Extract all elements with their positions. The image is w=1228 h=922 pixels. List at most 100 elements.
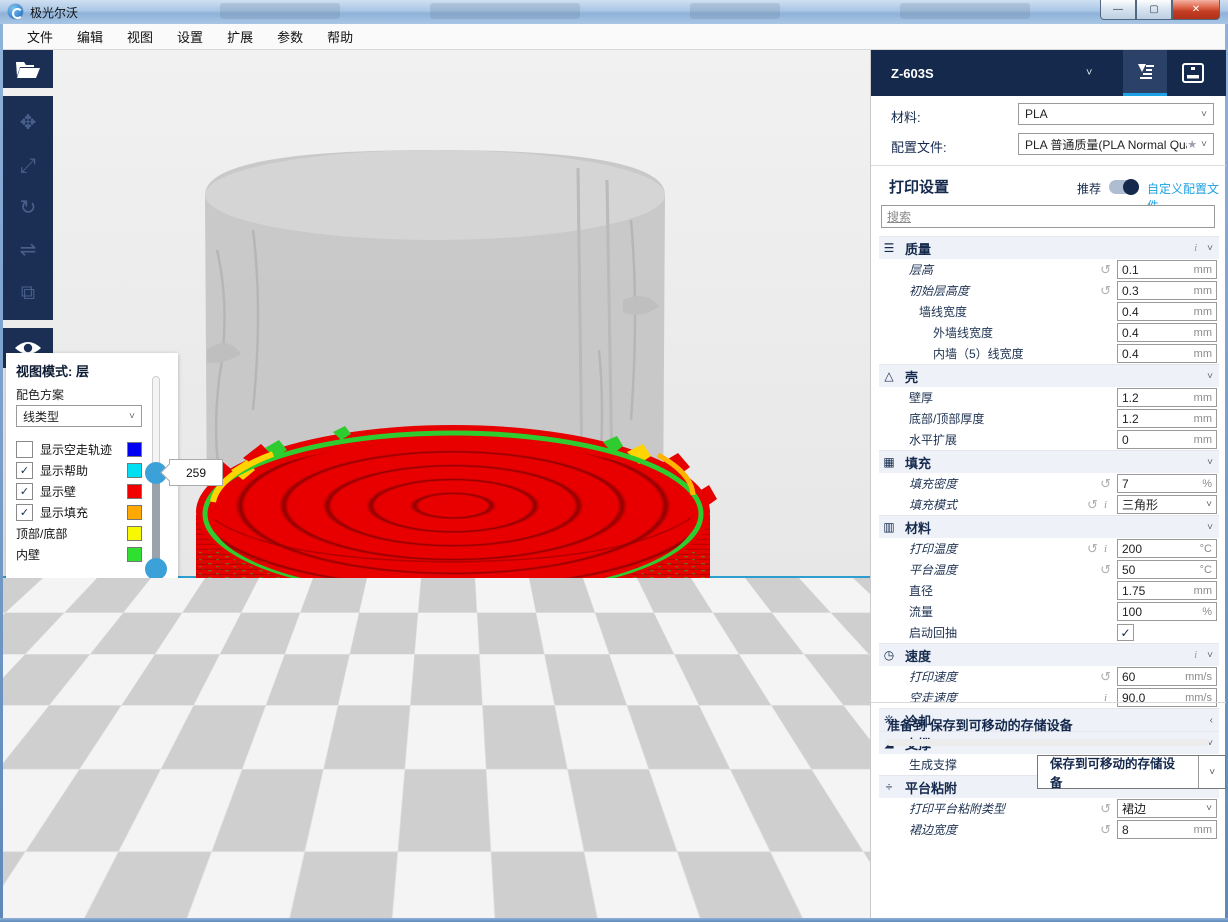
menu-extensions[interactable]: 扩展 <box>215 24 265 49</box>
minimize-button[interactable]: — <box>1100 0 1136 20</box>
color-swatch <box>127 547 142 562</box>
show-shell-checkbox[interactable]: ✓ <box>16 483 33 500</box>
value-field[interactable]: 0.1mm <box>1117 260 1217 279</box>
setting-label: 墙线宽度 <box>879 303 1117 320</box>
legend-label: 显示帮助 <box>40 462 88 479</box>
print-setup-panel: Z-603S ˅ 材料: PLA ˅ 配置文件: PLA 普通质量(PLA No… <box>870 50 1225 918</box>
reset-icon[interactable]: ↺ <box>1100 262 1111 278</box>
reset-icon[interactable]: ↺ <box>1100 562 1111 578</box>
value-field[interactable]: 1.75mm <box>1117 581 1217 600</box>
reset-icon[interactable]: ↺ <box>1100 476 1111 492</box>
shell-icon: △ <box>881 369 897 383</box>
menu-parameters[interactable]: 参数 <box>265 24 315 49</box>
info-icon[interactable]: i <box>1194 649 1197 661</box>
reset-icon[interactable]: ↺ <box>1100 283 1111 299</box>
reset-icon[interactable]: ↺ <box>1087 497 1098 513</box>
show-infill-checkbox[interactable]: ✓ <box>16 504 33 521</box>
viewport-3d[interactable]: ✥ ⤢ ↻ ⇌ ⧉ ˅ 视图模式: 层 配色方案 线类型 ˅ 显示空走轨迹 <box>3 50 870 918</box>
slice-progress-bar <box>887 739 1209 746</box>
profile-select[interactable]: PLA 普通质量(PLA Normal Qua ★ ˅ <box>1018 133 1214 155</box>
tab-monitor[interactable] <box>1171 50 1215 96</box>
value-field[interactable]: 7% <box>1117 474 1217 493</box>
show-helpers-checkbox[interactable]: ✓ <box>16 462 33 479</box>
value-field[interactable]: 0.4mm <box>1117 323 1217 342</box>
category-speed[interactable]: ◷ 速度 i ˅ <box>879 643 1219 666</box>
show-travels-checkbox[interactable] <box>16 441 33 458</box>
setting-inner-wall-line-width: 内墙（5）线宽度 0.4mm <box>879 343 1219 364</box>
reset-icon[interactable]: ↺ <box>1087 541 1098 557</box>
menu-file[interactable]: 文件 <box>15 24 65 49</box>
setting-topbottom-thickness: 底部/顶部厚度 1.2mm <box>879 408 1219 429</box>
category-title: 壳 <box>905 367 1207 386</box>
view-mode-title: 视图模式: 层 <box>16 361 89 380</box>
category-material[interactable]: ▥ 材料 ˅ <box>879 515 1219 538</box>
mirror-tool-icon[interactable]: ⇌ <box>20 240 37 260</box>
material-label: 材料: <box>891 107 921 126</box>
printer-name: Z-603S <box>891 66 934 81</box>
rename-pencil-icon[interactable]: ✎ <box>854 848 866 865</box>
reset-icon[interactable]: ↺ <box>1100 669 1111 685</box>
value-field[interactable]: 0.4mm <box>1117 302 1217 321</box>
category-infill[interactable]: ▦ 填充 ˅ <box>879 450 1219 473</box>
recommended-custom-toggle[interactable] <box>1109 180 1139 194</box>
tab-print-setup[interactable] <box>1123 50 1167 96</box>
rotate-tool-icon[interactable]: ↻ <box>20 198 37 218</box>
value-field[interactable]: 0mm <box>1117 430 1217 449</box>
menu-settings[interactable]: 设置 <box>165 24 215 49</box>
info-icon[interactable]: i <box>1194 242 1197 254</box>
chevron-down-icon: ˅ <box>1207 650 1213 661</box>
value-field[interactable]: 1.2mm <box>1117 409 1217 428</box>
color-scheme-select[interactable]: 线类型 ˅ <box>16 405 142 427</box>
setting-infill-density: 填充密度 ↺ 7% <box>879 473 1219 494</box>
machine-selector-bar[interactable]: Z-603S ˅ <box>871 50 1226 96</box>
category-quality[interactable]: ☰ 质量 i ˅ <box>879 236 1219 259</box>
open-file-button[interactable] <box>3 50 53 88</box>
material-usage: 42.57 米 / ~ 126 克 <box>765 896 866 913</box>
brand-logo: 极光尔沃® JGAURORA <box>31 888 121 915</box>
window-title: 极光尔沃 <box>30 4 78 21</box>
color-swatch <box>127 505 142 520</box>
setting-flow: 流量 100% <box>879 601 1219 622</box>
save-to-removable-button[interactable]: 保存到可移动的存储设备 ˅ <box>1037 755 1226 789</box>
material-select[interactable]: PLA ˅ <box>1018 103 1214 125</box>
material-value: PLA <box>1025 107 1201 121</box>
recommended-label: 推荐 <box>1077 180 1101 197</box>
color-swatch <box>127 484 142 499</box>
menu-edit[interactable]: 编辑 <box>65 24 115 49</box>
close-button[interactable]: ✕ <box>1172 0 1220 20</box>
value-field[interactable]: 0.3mm <box>1117 281 1217 300</box>
move-tool-icon[interactable]: ✥ <box>20 113 37 133</box>
scale-tool-icon[interactable]: ⤢ <box>20 156 36 176</box>
chevron-down-icon[interactable]: ˅ <box>1198 756 1225 788</box>
per-model-settings-icon[interactable]: ⧉ <box>21 283 35 303</box>
info-icon[interactable]: i <box>1104 543 1107 555</box>
setting-label: 填充模式 <box>879 496 1087 513</box>
value-field[interactable]: 1.2mm <box>1117 388 1217 407</box>
category-shell[interactable]: △ 壳 ˅ <box>879 364 1219 387</box>
menu-view[interactable]: 视图 <box>115 24 165 49</box>
save-button-label: 保存到可移动的存储设备 <box>1038 756 1198 788</box>
setting-label: 打印温度 <box>879 540 1087 557</box>
layer-slider-bottom-handle[interactable] <box>145 558 167 580</box>
setting-outer-wall-line-width: 外墙线宽度 0.4mm <box>879 322 1219 343</box>
printer-monitor-icon <box>1181 62 1205 84</box>
profile-label: 配置文件: <box>891 137 947 156</box>
value-field[interactable]: 200°C <box>1117 539 1217 558</box>
value-field[interactable]: 0.4mm <box>1117 344 1217 363</box>
value-field[interactable]: 100% <box>1117 602 1217 621</box>
setting-horizontal-expansion: 水平扩展 0mm <box>879 429 1219 450</box>
setting-label: 平台温度 <box>879 561 1100 578</box>
maximize-button[interactable]: ▢ <box>1136 0 1172 20</box>
legend-label: 显示填充 <box>40 504 88 521</box>
retraction-checkbox[interactable]: ✓ <box>1117 624 1134 641</box>
search-input[interactable] <box>881 205 1215 228</box>
menu-help[interactable]: 帮助 <box>315 24 365 49</box>
value-field[interactable]: 50°C <box>1117 560 1217 579</box>
legend-label: 顶部/底部 <box>16 525 67 542</box>
layer-slider-track-upper[interactable] <box>152 376 160 475</box>
layer-legend: 显示空走轨迹 ✓ 显示帮助 ✓ 显示壁 ✓ 显示填充 顶部/底部 <box>16 439 142 565</box>
chevron-down-icon: ˅ <box>1207 457 1213 468</box>
value-field[interactable]: 60mm/s <box>1117 667 1217 686</box>
info-icon[interactable]: i <box>1104 499 1107 511</box>
dropdown-field[interactable]: 三角形˅ <box>1117 495 1217 514</box>
